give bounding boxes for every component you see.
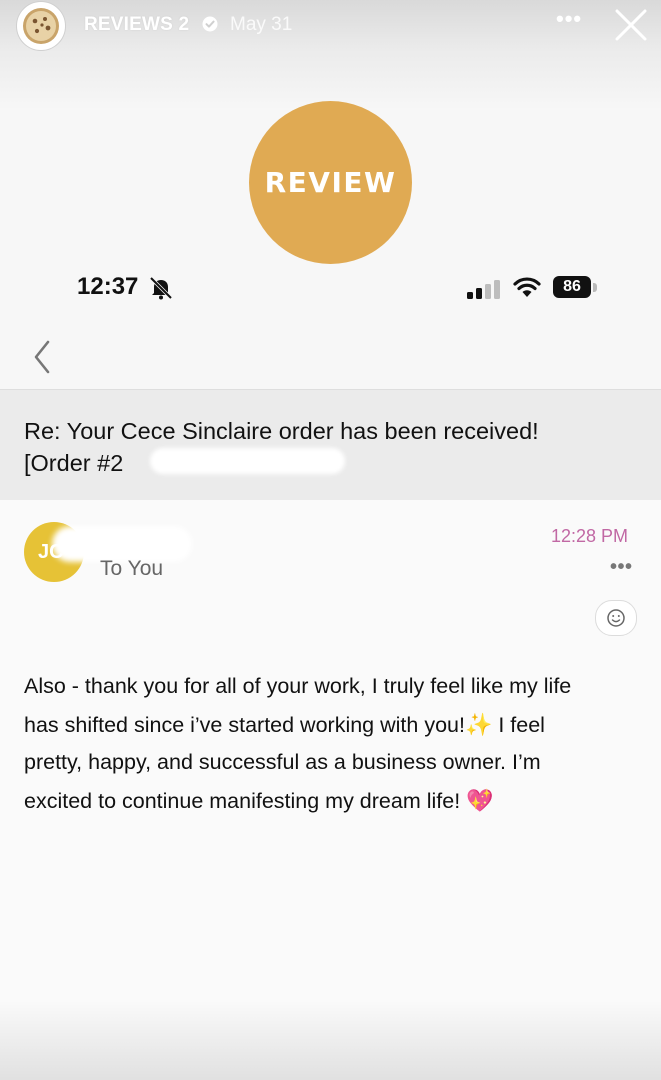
story-date: May 31 xyxy=(230,14,293,35)
review-badge: REVIEW xyxy=(249,101,412,264)
message-line: Also - thank you for all of your work, I… xyxy=(24,674,572,698)
message-body: Also - thank you for all of your work, I… xyxy=(24,668,644,820)
wifi-icon xyxy=(513,277,541,297)
message-more-button[interactable]: ••• xyxy=(610,556,633,579)
message-text: I feel xyxy=(492,712,545,737)
message-time: 12:28 PM xyxy=(551,526,629,546)
account-avatar[interactable] xyxy=(17,2,65,50)
battery-tip xyxy=(593,283,597,292)
message-text: has shifted since i’ve started working w… xyxy=(24,712,465,737)
story-bottom-fade xyxy=(0,1000,661,1080)
signal-bars-icon xyxy=(467,280,500,299)
message-line: has shifted since i’ve started working w… xyxy=(24,706,644,745)
sparkling-heart-icon: 💖 xyxy=(466,787,494,813)
email-subject-order: [Order #2 xyxy=(24,450,124,476)
verified-badge-icon xyxy=(202,16,218,32)
review-badge-label: REVIEW xyxy=(264,166,397,199)
email-subject: Re: Your Cece Sinclaire order has been r… xyxy=(24,418,539,444)
battery-icon: 86 xyxy=(553,276,591,298)
redaction-mark xyxy=(150,448,345,474)
status-time: 12:37 xyxy=(77,273,139,300)
message-line: excited to continue manifesting my dream… xyxy=(24,782,644,821)
chevron-left-icon[interactable] xyxy=(28,338,58,376)
bell-slash-icon xyxy=(149,276,173,300)
message-line: pretty, happy, and successful as a busin… xyxy=(24,750,541,774)
close-icon[interactable] xyxy=(614,8,648,42)
more-options-button[interactable]: ••• xyxy=(556,6,582,32)
account-name[interactable]: REVIEWS 2 xyxy=(84,14,189,36)
email-subject-bar: Re: Your Cece Sinclaire order has been r… xyxy=(0,389,661,501)
story-header: REVIEWS 2 May 31 ••• xyxy=(0,0,661,52)
smiley-icon xyxy=(607,609,625,627)
sparkles-icon: ✨ xyxy=(464,711,493,737)
recipient-label[interactable]: To You xyxy=(100,557,163,581)
message-text: excited to continue manifesting my dream… xyxy=(24,788,461,813)
cookie-logo-icon xyxy=(23,8,59,44)
add-reaction-button[interactable] xyxy=(595,600,637,636)
